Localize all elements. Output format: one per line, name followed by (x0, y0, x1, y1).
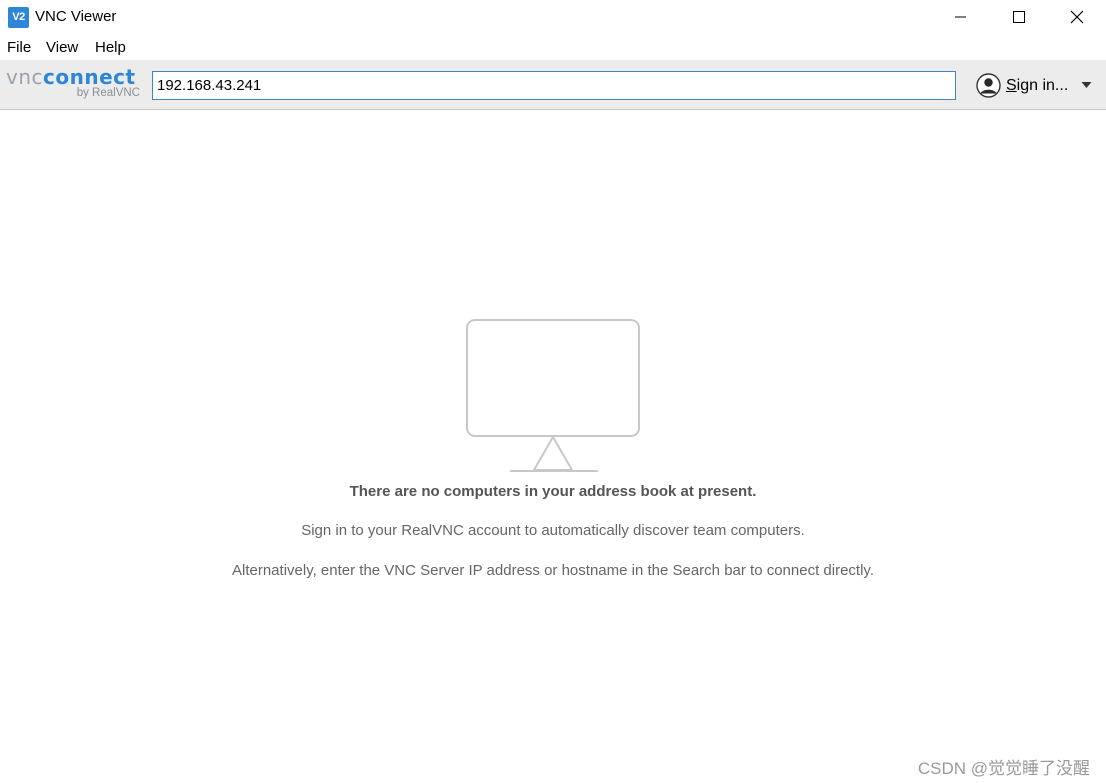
toolbar: vncconnect by RealVNC Sign in... (0, 60, 1106, 110)
vnc-viewer-window: V2 VNC Viewer File View Help vncconnect (0, 0, 1106, 783)
address-search-input[interactable] (152, 71, 956, 100)
monitor-icon (466, 319, 640, 472)
vnc-connect-logo: vncconnect by RealVNC (6, 66, 142, 104)
logo-byline: by RealVNC (76, 87, 140, 99)
maximize-icon (1013, 11, 1025, 23)
chevron-down-icon (1081, 82, 1092, 88)
empty-state-connect-hint: Alternatively, enter the VNC Server IP a… (232, 562, 874, 579)
logo-vnc-text: vnc (6, 65, 44, 89)
menu-view[interactable]: View (46, 39, 78, 56)
window-title: VNC Viewer (35, 8, 117, 25)
logo-connect-text: connect (43, 65, 136, 89)
sign-in-label-rest: ign in... (1016, 77, 1069, 94)
title-bar: V2 VNC Viewer (0, 0, 1106, 34)
empty-state-heading: There are no computers in your address b… (349, 483, 757, 500)
close-icon (1070, 10, 1084, 24)
address-book-area: There are no computers in your address b… (0, 111, 1106, 783)
sign-in-accelerator: S (1006, 77, 1017, 94)
minimize-button[interactable] (931, 0, 989, 34)
logo-wordmark: vncconnect (6, 66, 136, 88)
sign-in-label: Sign in... (1006, 77, 1068, 95)
menu-help[interactable]: Help (95, 39, 126, 56)
maximize-button[interactable] (989, 0, 1047, 34)
user-avatar-icon (976, 73, 1001, 98)
vnc-app-icon: V2 (8, 7, 29, 28)
menu-file[interactable]: File (7, 39, 31, 56)
empty-state-signin-hint: Sign in to your RealVNC account to autom… (301, 522, 805, 539)
sign-in-button[interactable]: Sign in... (975, 72, 1097, 100)
minimize-icon (955, 16, 966, 18)
close-button[interactable] (1048, 0, 1106, 34)
menu-bar: File View Help (0, 36, 1106, 60)
watermark: CSDN @觉觉睡了没醒 (917, 759, 1090, 778)
